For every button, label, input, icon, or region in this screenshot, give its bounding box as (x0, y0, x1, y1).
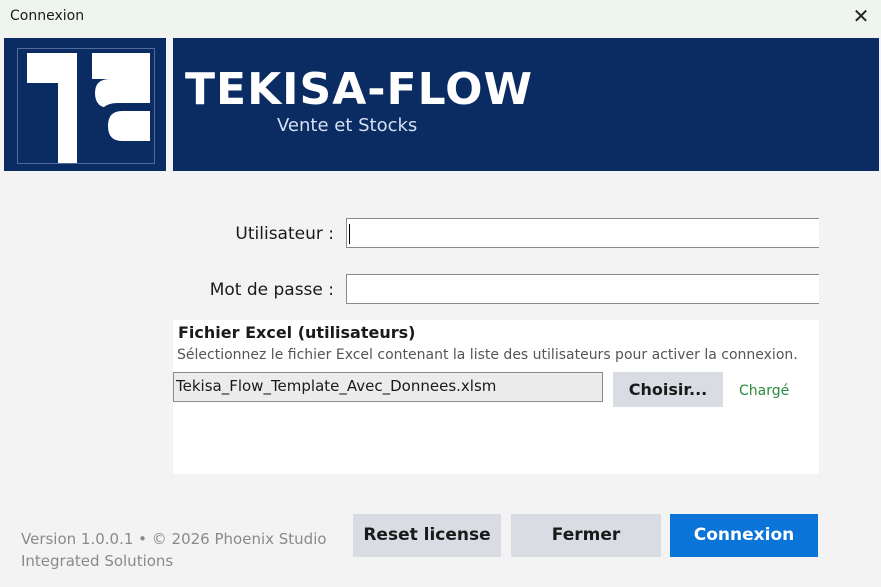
excel-file-path-field[interactable]: Tekisa_Flow_Template_Avec_Donnees.xlsm (173, 372, 603, 402)
login-button[interactable]: Connexion (670, 514, 818, 557)
logo-frame (17, 48, 155, 164)
close-icon[interactable]: ✕ (841, 0, 881, 34)
company-line: Integrated Solutions (21, 552, 174, 570)
password-field[interactable] (346, 274, 819, 304)
brand-subtitle: Vente et Stocks (277, 115, 418, 136)
version-line: Version 1.0.0.1 • © 2026 Phoenix Studio (21, 530, 327, 548)
file-status-label: Chargé (739, 383, 790, 399)
close-button[interactable]: Fermer (511, 514, 661, 557)
choose-file-button[interactable]: Choisir... (613, 372, 723, 407)
excel-panel-title: Fichier Excel (utilisateurs) (178, 323, 416, 342)
brand-name: TEKISA-FLOW (185, 64, 534, 115)
version-info: Version 1.0.0.1 • © 2026 Phoenix Studio … (21, 528, 327, 572)
text-cursor (349, 224, 350, 244)
logo-mark-icon (27, 53, 150, 163)
reset-license-button[interactable]: Reset license (353, 514, 501, 557)
window-title: Connexion (10, 8, 85, 24)
app-logo (4, 38, 166, 171)
excel-file-panel: Fichier Excel (utilisateurs) Sélectionne… (173, 320, 819, 474)
title-bar: Connexion ✕ (0, 0, 881, 34)
username-label: Utilisateur : (235, 224, 334, 244)
header-banner: TEKISA-FLOW Vente et Stocks (173, 38, 879, 171)
username-field[interactable] (346, 218, 819, 248)
excel-panel-description: Sélectionnez le fichier Excel contenant … (177, 347, 798, 363)
password-label: Mot de passe : (209, 280, 334, 300)
